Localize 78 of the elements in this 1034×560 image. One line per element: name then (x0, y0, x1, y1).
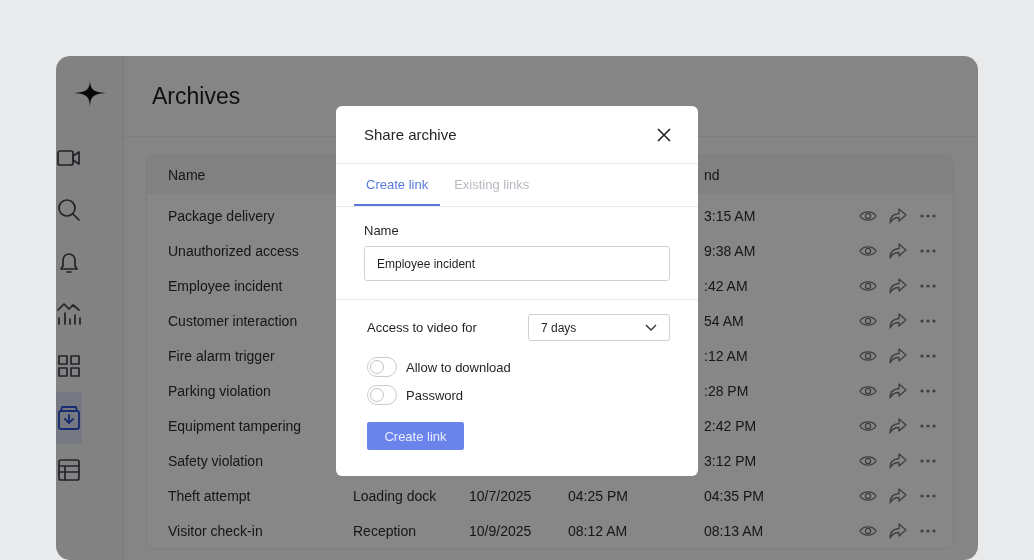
dialog-title: Share archive (364, 126, 457, 143)
share-icon[interactable] (889, 522, 907, 539)
table-cell-text: Reception (353, 522, 418, 539)
more-icon[interactable] (919, 527, 937, 534)
table-cell-text: 54 AM (703, 312, 745, 329)
table-cell-text: Visitor check-in (167, 522, 264, 539)
duration-dropdown[interactable]: 7 days (528, 314, 670, 341)
table-cell-text: :42 AM (703, 277, 749, 294)
table-cell-text: 2:42 PM (703, 417, 758, 434)
eye-icon[interactable] (859, 208, 877, 223)
more-icon[interactable] (919, 282, 937, 289)
share-icon[interactable] (889, 417, 907, 434)
grid-icon (56, 353, 82, 379)
eye-icon[interactable] (859, 488, 877, 503)
eye-icon[interactable] (859, 348, 877, 363)
more-icon[interactable] (919, 212, 937, 219)
table-cell-text: Loading dock (353, 487, 438, 504)
column-header: nd (703, 167, 721, 183)
eye-icon[interactable] (859, 383, 877, 398)
more-icon[interactable] (919, 492, 937, 499)
table-cell-text: Parking violation (167, 382, 272, 399)
search-icon (56, 197, 82, 223)
eye-icon[interactable] (859, 523, 877, 538)
share-icon[interactable] (889, 207, 907, 224)
more-icon[interactable] (919, 422, 937, 429)
eye-icon[interactable] (859, 243, 877, 258)
table-cell-text: Theft attempt (167, 487, 252, 504)
table-cell-text: 9:38 AM (703, 242, 757, 259)
more-icon[interactable] (919, 457, 937, 464)
table-cell-text: 3:12 PM (703, 452, 758, 469)
share-icon[interactable] (889, 242, 907, 259)
table-cell-text: Safety violation (167, 452, 264, 469)
eye-icon[interactable] (859, 313, 877, 328)
toggle-label: Allow to download (406, 359, 511, 375)
name-field[interactable]: Employee incident (364, 246, 670, 281)
toggle-switch[interactable] (367, 385, 397, 405)
share-icon[interactable] (889, 452, 907, 469)
toggle-switch[interactable] (367, 357, 397, 377)
page-title: Archives (152, 82, 241, 110)
table-icon (56, 457, 82, 483)
share-icon[interactable] (889, 312, 907, 329)
table-cell-text: :12 AM (703, 347, 749, 364)
close-icon[interactable] (656, 126, 672, 143)
share-icon[interactable] (889, 487, 907, 504)
dialog-tab[interactable]: Create link (354, 164, 441, 206)
create-link-button[interactable]: Create link (367, 422, 464, 450)
more-icon[interactable] (919, 352, 937, 359)
field-label: Name (364, 223, 400, 238)
eye-icon[interactable] (859, 418, 877, 433)
share-icon[interactable] (889, 277, 907, 294)
chart-icon (56, 301, 82, 327)
table-cell-text: Package delivery (167, 207, 276, 224)
more-icon[interactable] (919, 387, 937, 394)
table-cell-text: Employee incident (167, 277, 284, 294)
sidebar-item[interactable] (56, 392, 82, 444)
table-cell-text: 3:15 AM (703, 207, 757, 224)
more-icon[interactable] (919, 317, 937, 324)
table-cell-text: 08:13 AM (703, 522, 765, 539)
more-icon[interactable] (919, 247, 937, 254)
table-cell-text: 04:25 PM (568, 487, 629, 504)
archive-download-icon (56, 405, 82, 431)
table-cell-text: 08:12 AM (568, 522, 629, 539)
toggle-label: Password (406, 387, 464, 403)
chevron-down-icon (645, 323, 657, 332)
share-icon[interactable] (889, 347, 907, 364)
column-header: Name (167, 167, 207, 183)
field-label: Access to video for (367, 320, 477, 335)
table-cell-text: 10/9/2025 (469, 522, 533, 539)
eye-icon[interactable] (859, 278, 877, 293)
table-cell-text: :28 PM (703, 382, 750, 399)
table-cell-text: Customer interaction (167, 312, 299, 329)
table-cell-text: Equipment tampering (167, 417, 303, 434)
table-cell-text: 04:35 PM (703, 487, 765, 504)
share-icon[interactable] (889, 382, 907, 399)
table-cell-text: Fire alarm trigger (167, 347, 276, 364)
table-cell-text: Unauthorized access (167, 242, 300, 259)
eye-icon[interactable] (859, 453, 877, 468)
table-cell-text: 10/7/2025 (469, 487, 533, 504)
